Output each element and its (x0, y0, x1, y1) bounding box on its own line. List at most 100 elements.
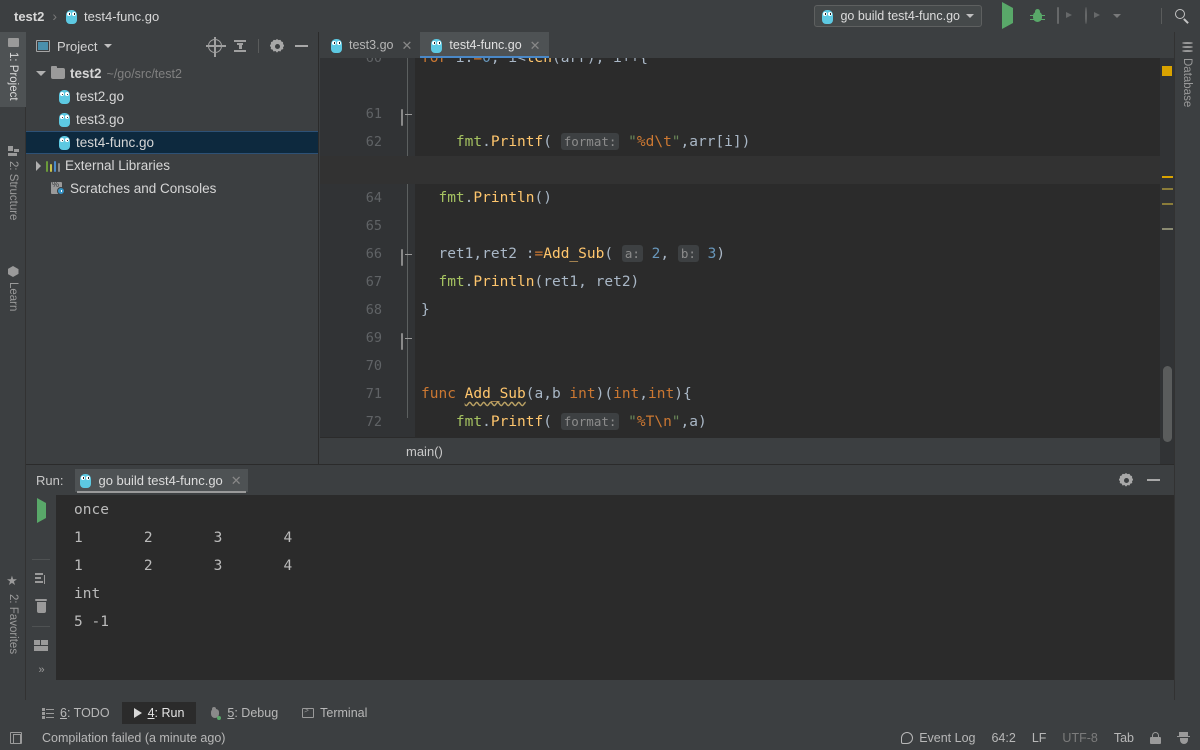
file-encoding[interactable]: UTF-8 (1062, 731, 1097, 745)
go-file-icon (330, 38, 343, 53)
run-icon[interactable] (1002, 2, 1018, 29)
tree-row-test2[interactable]: test2 ~/go/src/test2 (26, 62, 318, 85)
chevron-right-icon[interactable] (36, 160, 41, 171)
stripe-marker[interactable] (1162, 228, 1173, 230)
close-icon[interactable]: ✕ (530, 39, 541, 52)
go-file-icon (58, 112, 71, 127)
clear-all-icon[interactable] (35, 599, 47, 613)
code-viewport[interactable]: 60 for i:=0; i<len(arr); i++{ 61 fmt.Pri… (320, 58, 1174, 464)
indent-setting[interactable]: Tab (1114, 731, 1134, 745)
collapse-all-icon[interactable] (233, 39, 247, 53)
code-line-72[interactable]: 72 return a+b, a-b (320, 380, 1174, 458)
status-message: Compilation failed (a minute ago) (42, 731, 226, 745)
hide-icon[interactable] (1147, 479, 1160, 481)
breadcrumb-project[interactable]: test2 (14, 9, 44, 24)
tool-window-tab-terminal[interactable]: Terminal (290, 702, 379, 724)
console-line: 5 -1 (74, 614, 109, 630)
locate-icon[interactable] (206, 37, 226, 57)
chevron-down-icon[interactable] (36, 71, 46, 76)
code-line-70[interactable]: 70 func Add_Sub(a,b int)(int,int){ (320, 324, 1174, 402)
toolbar-divider (32, 626, 50, 627)
code-line-68[interactable]: 68 (320, 268, 1174, 318)
folder-icon (7, 38, 19, 47)
event-log-button[interactable]: Event Log (901, 731, 975, 745)
code-line-69[interactable]: 69 (320, 296, 1174, 346)
console-output[interactable]: once 1 2 3 4 1 2 3 4 int 5 -1 (56, 495, 1174, 680)
tree-row-test2-go[interactable]: test2.go (26, 85, 318, 108)
code-line-73[interactable]: 73 (320, 408, 1174, 458)
scratches-icon (51, 180, 65, 195)
tool-window-tab-debug[interactable]: 5: Debug (196, 702, 290, 724)
project-panel-toolbar (206, 37, 312, 57)
libraries-icon (46, 160, 60, 172)
error-stripe-marker-panel[interactable] (1160, 58, 1174, 464)
console-line: int (74, 586, 101, 602)
stripe-marker[interactable] (1162, 188, 1173, 190)
code-line-66[interactable]: 66 fmt.Println(ret1, ret2) (320, 212, 1174, 290)
editor-tab-test4-func-go[interactable]: test4-func.go ✕ (420, 32, 549, 58)
sidebar-item-database[interactable]: Database (1174, 36, 1200, 113)
debug-icon[interactable] (1030, 8, 1045, 24)
tool-window-tab-run[interactable]: 4: Run (121, 702, 197, 724)
run-panel-tab[interactable]: go build test4-func.go ✕ (75, 468, 248, 493)
sidebar-item-label: Database (1181, 58, 1193, 108)
close-icon[interactable]: ✕ (231, 474, 242, 487)
editor: test3.go ✕ test4-func.go ✕ 60 for i:=0; … (320, 32, 1174, 464)
stripe-marker[interactable] (1162, 176, 1173, 178)
folder-icon (51, 65, 65, 79)
tree-row-test4-func-go[interactable]: test4-func.go (26, 131, 318, 154)
todo-icon (42, 708, 54, 719)
code-line-60[interactable]: 60 for i:=0; i<len(arr); i++{ (320, 58, 1174, 72)
profile-dropdown-icon[interactable] (1113, 14, 1121, 18)
code-line-63[interactable]: 63 fmt.Println() (320, 128, 1174, 206)
terminal-icon (302, 706, 315, 718)
expand-icon[interactable]: » (38, 664, 44, 676)
caret-position[interactable]: 64:2 (991, 731, 1015, 745)
code-line-64[interactable]: 64 (320, 156, 1174, 206)
close-icon[interactable]: ✕ (401, 39, 412, 52)
editor-tab-test3-go[interactable]: test3.go ✕ (320, 32, 420, 58)
layout-icon[interactable] (34, 640, 48, 651)
search-everywhere-icon[interactable] (1174, 8, 1190, 24)
code-line-62[interactable]: 62 } (320, 100, 1174, 178)
inspector-icon[interactable] (1177, 731, 1190, 745)
sidebar-item-label: 2: Structure (7, 161, 19, 221)
settings-gear-icon[interactable] (270, 39, 284, 53)
profile-icon[interactable] (1085, 7, 1101, 24)
line-separator[interactable]: LF (1032, 731, 1047, 745)
tool-window-tab-todo[interactable]: 6: TODO (30, 702, 122, 724)
project-panel-header: Project (26, 32, 318, 60)
warning-indicator[interactable] (1162, 66, 1172, 76)
sidebar-item-project[interactable]: 1: Project (0, 32, 26, 107)
hide-icon[interactable] (295, 45, 308, 47)
run-with-coverage-icon[interactable] (1057, 7, 1073, 24)
code-line-61[interactable]: 61 fmt.Printf( format: "%d\t",arr[i]) (320, 72, 1174, 150)
top-toolbar: test2 › test4-func.go go build test4-fun… (0, 0, 1200, 32)
sidebar-item-learn[interactable]: Learn (0, 260, 26, 317)
sidebar-item-favorites[interactable]: ★ 2: Favorites (0, 568, 26, 660)
learn-icon (7, 266, 19, 277)
tree-row-scratches[interactable]: Scratches and Consoles (26, 177, 318, 200)
stop-icon[interactable] (1133, 8, 1149, 24)
code-line-71[interactable]: 71 fmt.Printf( format: "%T\n",a) (320, 352, 1174, 430)
tree-row-external-libraries[interactable]: External Libraries (26, 154, 318, 177)
editor-scrollbar-thumb[interactable] (1163, 366, 1172, 442)
sidebar-item-structure[interactable]: 2: Structure (0, 140, 26, 226)
toggle-tool-windows-icon[interactable] (10, 732, 22, 744)
tool-window-tab-label: : Debug (234, 706, 279, 720)
stop-icon[interactable] (39, 531, 43, 546)
run-configuration-selector[interactable]: go build test4-func.go (814, 5, 982, 27)
editor-breadcrumb[interactable]: main() (320, 437, 1174, 464)
code-line-67[interactable]: 67 } (320, 240, 1174, 318)
settings-gear-icon[interactable] (1119, 473, 1133, 487)
breadcrumb-file[interactable]: test4-func.go (84, 9, 159, 24)
scroll-to-end-icon[interactable] (34, 573, 48, 586)
stripe-marker[interactable] (1162, 203, 1173, 205)
rerun-icon[interactable] (36, 498, 46, 523)
lock-icon[interactable] (1150, 732, 1161, 744)
chevron-down-icon[interactable] (104, 44, 113, 48)
tool-window-tab-label: : Run (154, 706, 185, 720)
tool-window-tab-number: 6 (60, 706, 67, 720)
tree-row-test3-go[interactable]: test3.go (26, 108, 318, 131)
code-line-65[interactable]: 65 ret1,ret2 :=Add_Sub( a: 2, b: 3) (320, 184, 1174, 262)
